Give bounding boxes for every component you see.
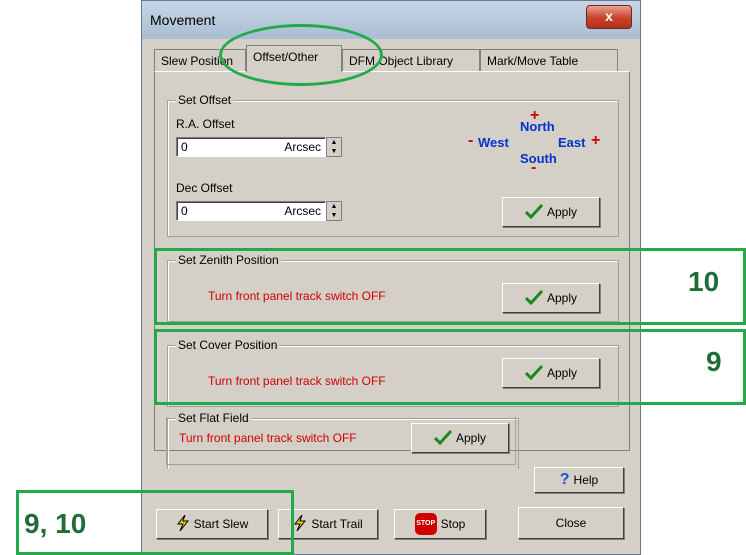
checkmark-icon (433, 429, 453, 448)
dec-offset-unit: Arcsec (284, 204, 321, 218)
cover-annotation-number: 9 (706, 346, 722, 377)
tab-mark-move-table[interactable]: Mark/Move Table (480, 49, 618, 71)
stop-sign-icon: STOP (414, 513, 437, 535)
ra-offset-label: R.A. Offset (176, 117, 235, 131)
dec-offset-value: 0 (181, 204, 188, 218)
stop-button[interactable]: STOP Stop (394, 509, 486, 539)
east-plus: + (591, 132, 601, 149)
start-slew-annotation-number: 9, 10 (24, 508, 87, 539)
compass-west: West (478, 135, 509, 150)
set-flat-field-body: Turn front panel track switch OFF Apply (166, 417, 516, 465)
zenith-annotation-number: 10 (688, 266, 720, 297)
lightning-icon (293, 514, 307, 534)
tab-offset-other[interactable]: Offset/Other (246, 45, 342, 72)
close-button[interactable]: Close (518, 507, 624, 539)
dec-offset-label: Dec Offset (176, 181, 233, 195)
checkmark-icon (524, 203, 544, 222)
west-minus: - (468, 132, 474, 149)
set-offset-group: Set Offset R.A. Offset 0 Arcsec ▲ ▼ Dec O… (167, 93, 619, 237)
stop-label: Stop (440, 517, 466, 531)
compass-south: South (520, 151, 557, 166)
tab-label: Mark/Move Table (487, 54, 579, 68)
compass-east: East (558, 135, 586, 150)
close-label: Close (555, 516, 587, 530)
offset-apply-button[interactable]: Apply (502, 197, 600, 227)
start-trail-label: Start Trail (311, 517, 363, 531)
flat-apply-button[interactable]: Apply (411, 423, 509, 453)
question-icon: ? (559, 471, 570, 488)
set-offset-label: Set Offset (176, 93, 234, 107)
flat-warning-text: Turn front panel track switch OFF (179, 431, 357, 445)
ra-offset-value: 0 (181, 140, 188, 154)
zenith-annotation-box (154, 248, 746, 325)
tab-label: Offset/Other (253, 50, 319, 64)
title-bar[interactable]: Movement x (142, 1, 640, 39)
south-minus: - (531, 159, 537, 176)
ra-offset-input[interactable]: 0 Arcsec (176, 137, 326, 157)
help-label: Help (573, 473, 599, 487)
ra-offset-spinner[interactable]: ▲ ▼ (326, 137, 342, 157)
help-button[interactable]: ? Help (534, 467, 624, 493)
apply-label: Apply (455, 431, 487, 445)
ra-offset-unit: Arcsec (284, 140, 321, 154)
apply-label: Apply (546, 205, 578, 219)
window-title: Movement (150, 12, 216, 28)
cover-annotation-box (154, 329, 746, 405)
compass-north: North (520, 119, 555, 134)
window-close-button[interactable]: x (586, 5, 632, 29)
dec-offset-input[interactable]: 0 Arcsec (176, 201, 326, 221)
dec-offset-spinner[interactable]: ▲ ▼ (326, 201, 342, 221)
